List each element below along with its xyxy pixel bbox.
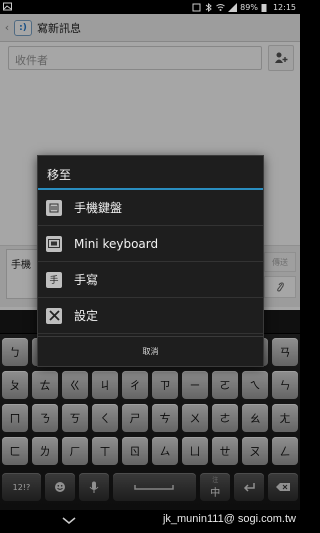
- dialog-item-handwriting[interactable]: 手 手寫: [38, 262, 263, 298]
- hide-keyboard-icon[interactable]: [62, 515, 76, 528]
- clock: 12:15: [272, 2, 296, 12]
- dialog-item-mini-keyboard[interactable]: Mini keyboard: [38, 226, 263, 262]
- input-method-dialog: 移至 手機鍵盤 Mini keyboard 手 手寫 設定 取消: [37, 155, 264, 367]
- dialog-item-label: 手機鍵盤: [74, 201, 123, 215]
- dialog-item-label: 設定: [74, 309, 99, 323]
- bluetooth-icon: [204, 2, 213, 12]
- dialog-title: 移至: [38, 156, 263, 190]
- dialog-item-label: Mini keyboard: [74, 236, 159, 251]
- mini-keyboard-icon: [46, 235, 62, 252]
- cancel-button[interactable]: 取消: [38, 336, 263, 366]
- settings-icon: [46, 307, 62, 324]
- nfc-icon: [192, 3, 201, 12]
- keyboard-icon: [46, 199, 62, 216]
- dialog-item-label: 手寫: [74, 273, 99, 287]
- status-bar: 89% 12:15: [0, 0, 300, 14]
- handwriting-icon: 手: [46, 271, 62, 288]
- dialog-item-phone-keyboard[interactable]: 手機鍵盤: [38, 190, 263, 226]
- navigation-bar: jk_munin111@ sogi.com.tw: [0, 510, 300, 533]
- signal-icon: [228, 2, 238, 12]
- dialog-item-settings[interactable]: 設定: [38, 298, 263, 334]
- watermark-text: jk_munin111@ sogi.com.tw: [162, 513, 296, 525]
- battery-percent: 89%: [240, 2, 258, 12]
- image-notification-icon: [3, 2, 12, 11]
- battery-icon: [261, 3, 270, 12]
- wifi-icon: [216, 3, 225, 12]
